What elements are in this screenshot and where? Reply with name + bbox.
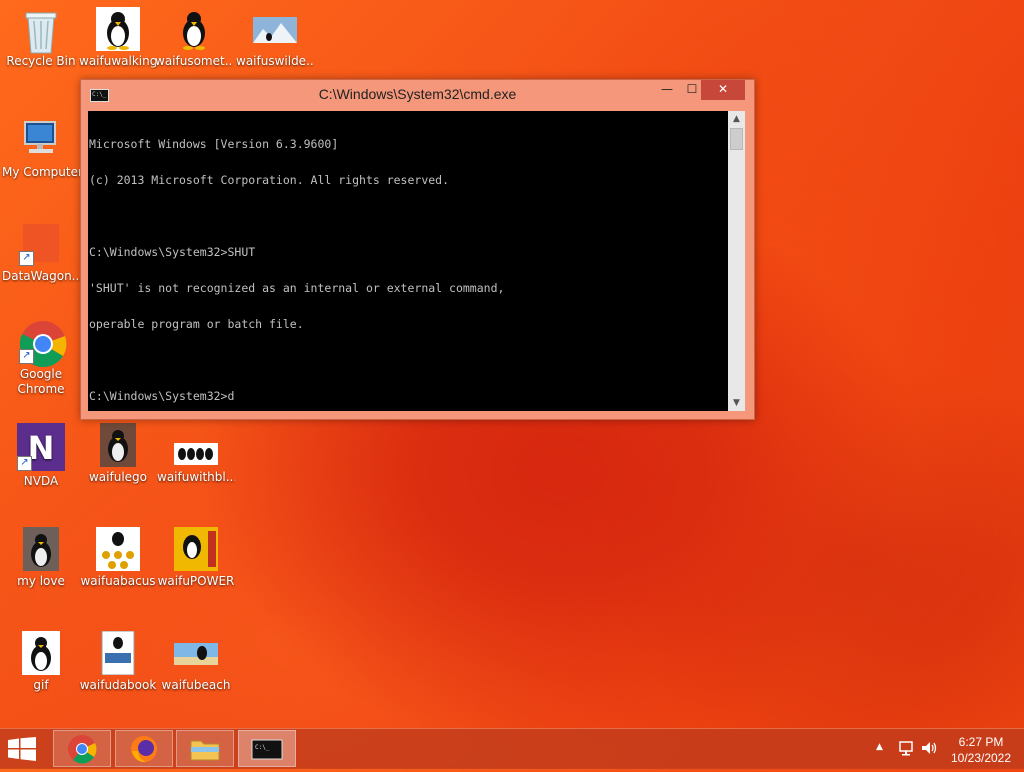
minimize-button[interactable]: — (652, 80, 682, 100)
icon-label: DataWagon... (2, 269, 80, 283)
cmd-window[interactable]: C:\_ C:\Windows\System32\cmd.exe — ☐ ✕ M… (80, 79, 755, 420)
desktop-icon-nvda[interactable]: N ↗ NVDA (2, 423, 80, 489)
network-icon[interactable] (897, 739, 915, 760)
firefox-icon (131, 736, 157, 763)
shortcut-arrow-icon: ↗ (19, 349, 34, 364)
system-clock[interactable]: 6:27 PM 10/23/2022 (938, 734, 1024, 766)
icon-label: waifuPOWER (157, 574, 235, 588)
recycle-bin-icon (19, 7, 63, 54)
icon-label: gif (33, 678, 49, 692)
shortcut-arrow-icon: ↗ (17, 456, 32, 471)
icon-label: Recycle Bin (6, 54, 76, 68)
beach-thumbnail-icon (174, 631, 218, 675)
shortcut-arrow-icon: ↗ (19, 251, 34, 266)
console-line: (c) 2013 Microsoft Corporation. All righ… (89, 173, 450, 187)
console-line: Microsoft Windows [Version 6.3.9600] (89, 137, 339, 151)
desktop-icon-waifubeach[interactable]: waifubeach (157, 631, 235, 693)
tux-penguin-icon (96, 423, 140, 467)
book-cover-thumbnail-icon (96, 630, 140, 676)
start-button[interactable] (8, 737, 38, 761)
close-button[interactable]: ✕ (701, 80, 745, 100)
desktop-icon-waifusomet[interactable]: waifusomet... (155, 7, 233, 69)
icon-label: Google Chrome (17, 367, 65, 396)
desktop-icon-google-chrome[interactable]: ↗ Google Chrome (2, 320, 80, 397)
tux-penguin-icon (19, 631, 63, 675)
taskbar-cmd-button[interactable]: C:\_ (238, 730, 296, 767)
maximize-button[interactable]: ☐ (682, 80, 702, 100)
chrome-icon (68, 735, 97, 764)
desktop-icon-my-love[interactable]: my love (2, 527, 80, 589)
volume-icon[interactable] (920, 739, 938, 760)
clock-date: 10/23/2022 (950, 751, 1012, 765)
scroll-up-arrow-icon[interactable]: ▲ (728, 111, 745, 127)
icon-label: NVDA (23, 474, 59, 488)
icon-label: waifuwalking (79, 54, 157, 68)
desktop-icon-waifuswilde[interactable]: waifuswilde... (236, 7, 314, 69)
icon-label: My Computer (2, 165, 80, 179)
console-line: C:\Windows\System32>SHUT (89, 245, 256, 259)
desktop-icon-waifuabacus[interactable]: waifuabacus (79, 527, 157, 589)
icon-label: waifuwithbl... (157, 470, 235, 484)
console-output[interactable]: Microsoft Windows [Version 6.3.9600] (c)… (88, 111, 728, 411)
cmd-icon: C:\_ (251, 739, 283, 760)
taskbar-file-explorer-button[interactable] (176, 730, 234, 767)
snow-landscape-thumbnail-icon (253, 7, 297, 51)
console-line: ​ (89, 210, 728, 222)
tux-penguin-icon (19, 527, 63, 571)
datawagon-app-icon: ↗ (19, 222, 63, 266)
taskbar-chrome-button[interactable] (53, 730, 111, 767)
desktop-icon-waifuwithbl[interactable]: waifuwithbl... (157, 423, 235, 485)
desktop-icon-waifupower[interactable]: waifuPOWER (157, 527, 235, 589)
console-line: C:\Windows\System32>d (89, 389, 235, 403)
desktop-icon-waifudabook[interactable]: waifudabook (79, 630, 157, 693)
vertical-scrollbar[interactable]: ▲ ▼ (728, 111, 745, 411)
desktop-icon-my-computer[interactable]: My Computer (2, 118, 80, 180)
linux-powered-badge-icon (174, 527, 218, 571)
clock-time: 6:27 PM (958, 735, 1004, 749)
tux-penguin-icon (172, 7, 216, 51)
desktop-icon-datawagon[interactable]: ↗ DataWagon... (2, 222, 80, 284)
desktop-icon-gif[interactable]: gif (2, 631, 80, 693)
taskbar: C:\_ ▲ 6:27 PM 10/23/2022 (0, 728, 1024, 769)
tux-penguin-icon (96, 527, 140, 571)
console-line: operable program or batch file. (89, 317, 304, 331)
nvda-icon: N ↗ (17, 423, 65, 471)
scroll-down-arrow-icon[interactable]: ▼ (728, 395, 745, 411)
tux-penguin-icon (96, 7, 140, 51)
chrome-icon: ↗ (19, 320, 67, 368)
console-line: ​ (89, 354, 728, 366)
windows-logo-icon (8, 737, 36, 761)
svg-text:C:\_: C:\_ (255, 744, 270, 751)
icon-label: waifusomet... (155, 54, 233, 68)
console-line: 'SHUT' is not recognized as an internal … (89, 281, 505, 295)
desktop-icon-waifuwalking[interactable]: waifuwalking (79, 7, 157, 69)
desktop-icon-recycle-bin[interactable]: Recycle Bin (2, 7, 80, 69)
icon-label: waifubeach (161, 678, 231, 692)
taskbar-firefox-button[interactable] (115, 730, 173, 767)
scrollbar-thumb[interactable] (730, 128, 743, 150)
show-hidden-icons-button[interactable]: ▲ (876, 742, 883, 752)
file-explorer-icon (190, 740, 220, 761)
icon-label: waifulego (88, 470, 147, 484)
cmd-titlebar[interactable]: C:\_ C:\Windows\System32\cmd.exe — ☐ ✕ (81, 80, 754, 110)
desktop-icon-waifulego[interactable]: waifulego (79, 423, 157, 485)
penguin-group-thumbnail-icon (174, 423, 218, 467)
icon-label: waifuabacus (80, 574, 156, 588)
computer-monitor-icon (19, 118, 63, 162)
icon-label: waifudabook (79, 678, 157, 692)
icon-label: my love (17, 574, 65, 588)
icon-label: waifuswilde... (236, 54, 314, 68)
